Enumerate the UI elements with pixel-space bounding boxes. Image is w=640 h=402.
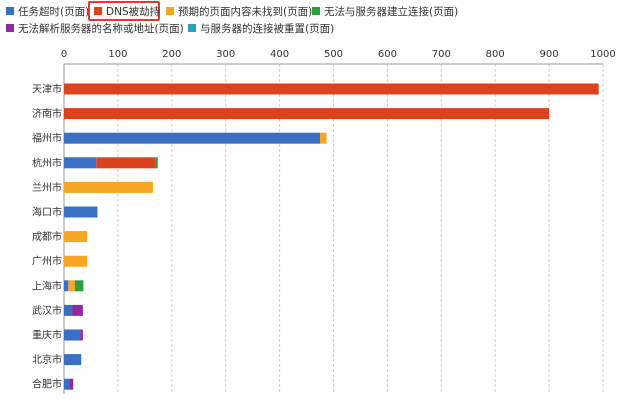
- bar-layer: [64, 83, 599, 390]
- category-label: 兰州市: [32, 181, 62, 194]
- category-label: 合肥市: [32, 378, 62, 391]
- category-label: 济南市: [32, 107, 62, 120]
- x-tick-label: 600: [378, 49, 397, 60]
- category-label: 福州市: [32, 132, 62, 145]
- x-tick-label: 700: [432, 49, 451, 60]
- x-tick-label: 400: [270, 49, 289, 60]
- category-label: 成都市: [32, 230, 62, 243]
- bar-chart: 0 100 200 300 400 500 600 700 800 900 1000 天津市济南市福…: [32, 49, 616, 394]
- bar-segment: [64, 181, 153, 193]
- bar-segment: [64, 108, 550, 120]
- category-label: 广州市: [32, 255, 62, 268]
- x-tick-label: 800: [486, 49, 505, 60]
- category-label: 上海市: [32, 279, 62, 292]
- category-label: 天津市: [32, 83, 62, 96]
- bar-segment: [64, 132, 321, 144]
- bar-segment: [72, 304, 83, 316]
- category-label: 武汉市: [32, 304, 62, 317]
- bar-segment: [64, 329, 81, 341]
- x-tick-label: 0: [61, 49, 67, 60]
- bar-segment: [96, 157, 156, 169]
- bar-segment: [64, 378, 70, 390]
- x-tick-label: 300: [216, 49, 235, 60]
- bar-segment: [64, 304, 73, 316]
- x-tick-label: 500: [324, 49, 343, 60]
- bar-segment: [320, 132, 327, 144]
- x-tick-label: 100: [108, 49, 127, 60]
- bar-segment: [64, 354, 82, 366]
- bar-segment: [64, 83, 599, 95]
- x-tick-label: 1000: [590, 49, 615, 60]
- y-axis-labels: 天津市济南市福州市杭州市兰州市海口市成都市广州市上海市武汉市重庆市北京市合肥市: [32, 83, 62, 391]
- x-axis-ticks: 0 100 200 300 400 500 600 700 800 900 1000: [61, 49, 616, 60]
- category-label: 海口市: [32, 206, 62, 219]
- category-label: 北京市: [32, 353, 62, 366]
- bar-segment: [64, 231, 88, 243]
- bar-segment: [74, 280, 84, 292]
- category-label: 重庆市: [32, 329, 62, 342]
- bar-segment: [64, 255, 88, 267]
- bar-segment: [80, 329, 83, 341]
- x-tick-label: 200: [162, 49, 181, 60]
- category-label: 杭州市: [32, 156, 62, 169]
- bar-segment: [68, 280, 75, 292]
- x-tick-label: 900: [540, 49, 559, 60]
- bar-segment: [69, 378, 74, 390]
- bar-segment: [64, 206, 98, 218]
- bar-segment: [64, 157, 97, 169]
- bar-segment: [155, 157, 158, 169]
- bar-segment: [64, 280, 69, 292]
